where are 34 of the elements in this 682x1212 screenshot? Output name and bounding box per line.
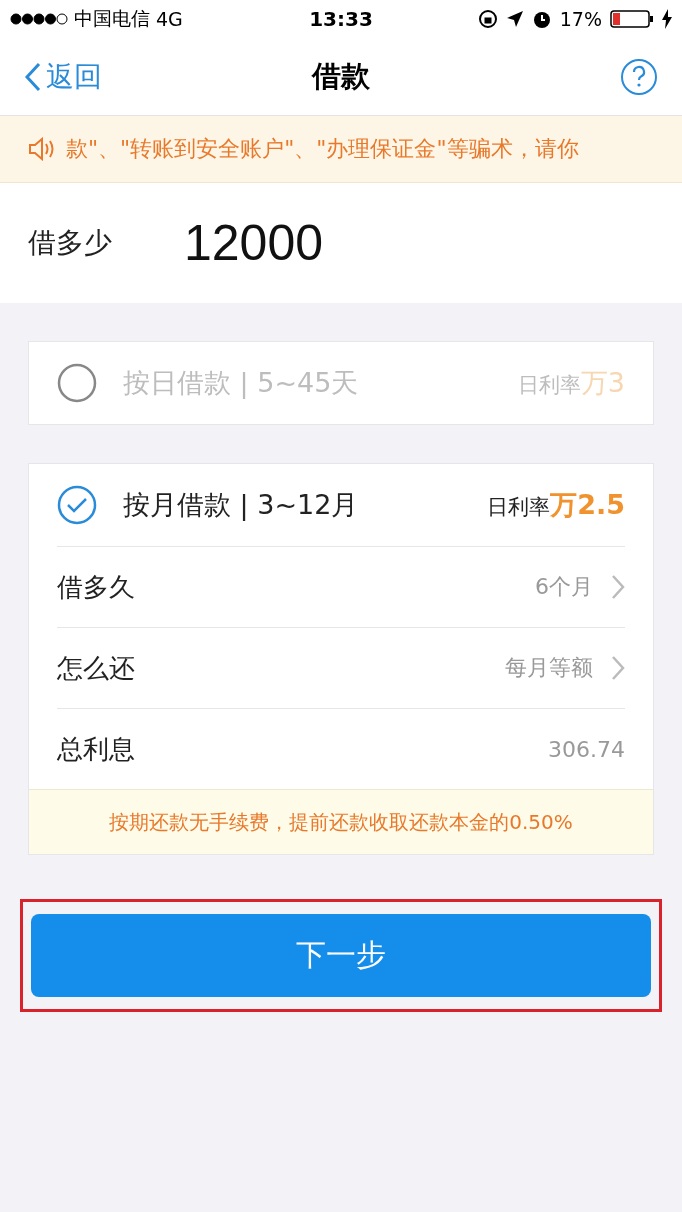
fee-note: 按期还款无手续费，提前还款收取还款本金的0.50% — [109, 808, 573, 836]
help-icon[interactable] — [620, 57, 658, 96]
row-label: 怎么还 — [57, 651, 136, 685]
notice-text: 款"、"转账到安全账户"、"办理保证金"等骗术，请你 — [66, 135, 579, 163]
carrier: 中国电信 — [74, 6, 150, 31]
back-button[interactable]: 返回 — [24, 57, 102, 96]
amount-label: 借多少 — [28, 225, 112, 261]
back-chevron-icon — [24, 61, 42, 92]
radio-checked-icon[interactable] — [57, 485, 97, 525]
network-type: 4G — [156, 8, 183, 30]
rate-label: 日利率 — [487, 494, 551, 521]
rate-label: 日利率 — [517, 372, 581, 399]
plan-label: 按月借款 | 3~12月 — [123, 488, 360, 523]
next-button[interactable]: 下一步 — [31, 914, 651, 997]
battery-icon — [610, 9, 654, 29]
rate-value: 万2.5 — [550, 488, 625, 522]
location-arrow-icon — [505, 10, 524, 28]
alarm-icon — [531, 9, 552, 29]
row-label: 借多久 — [57, 570, 136, 604]
radio-icon[interactable] — [57, 363, 97, 403]
charging-icon — [662, 9, 672, 29]
plan-label: 按日借款 | 5~45天 — [123, 366, 360, 401]
row-label: 总利息 — [57, 732, 136, 766]
speaker-icon — [28, 137, 56, 161]
row-value: 306.74 — [548, 736, 625, 762]
row-value[interactable]: 每月等额 — [505, 653, 593, 683]
page-title: 借款 — [312, 58, 370, 93]
amount-value[interactable]: 12000 — [184, 214, 324, 272]
rotation-lock-icon — [477, 9, 498, 29]
row-value[interactable]: 6个月 — [535, 572, 593, 602]
battery-percent: 17% — [559, 8, 602, 30]
signal-icon — [10, 13, 68, 25]
clock: 13:33 — [309, 7, 373, 31]
rate-value: 万3 — [580, 366, 625, 400]
